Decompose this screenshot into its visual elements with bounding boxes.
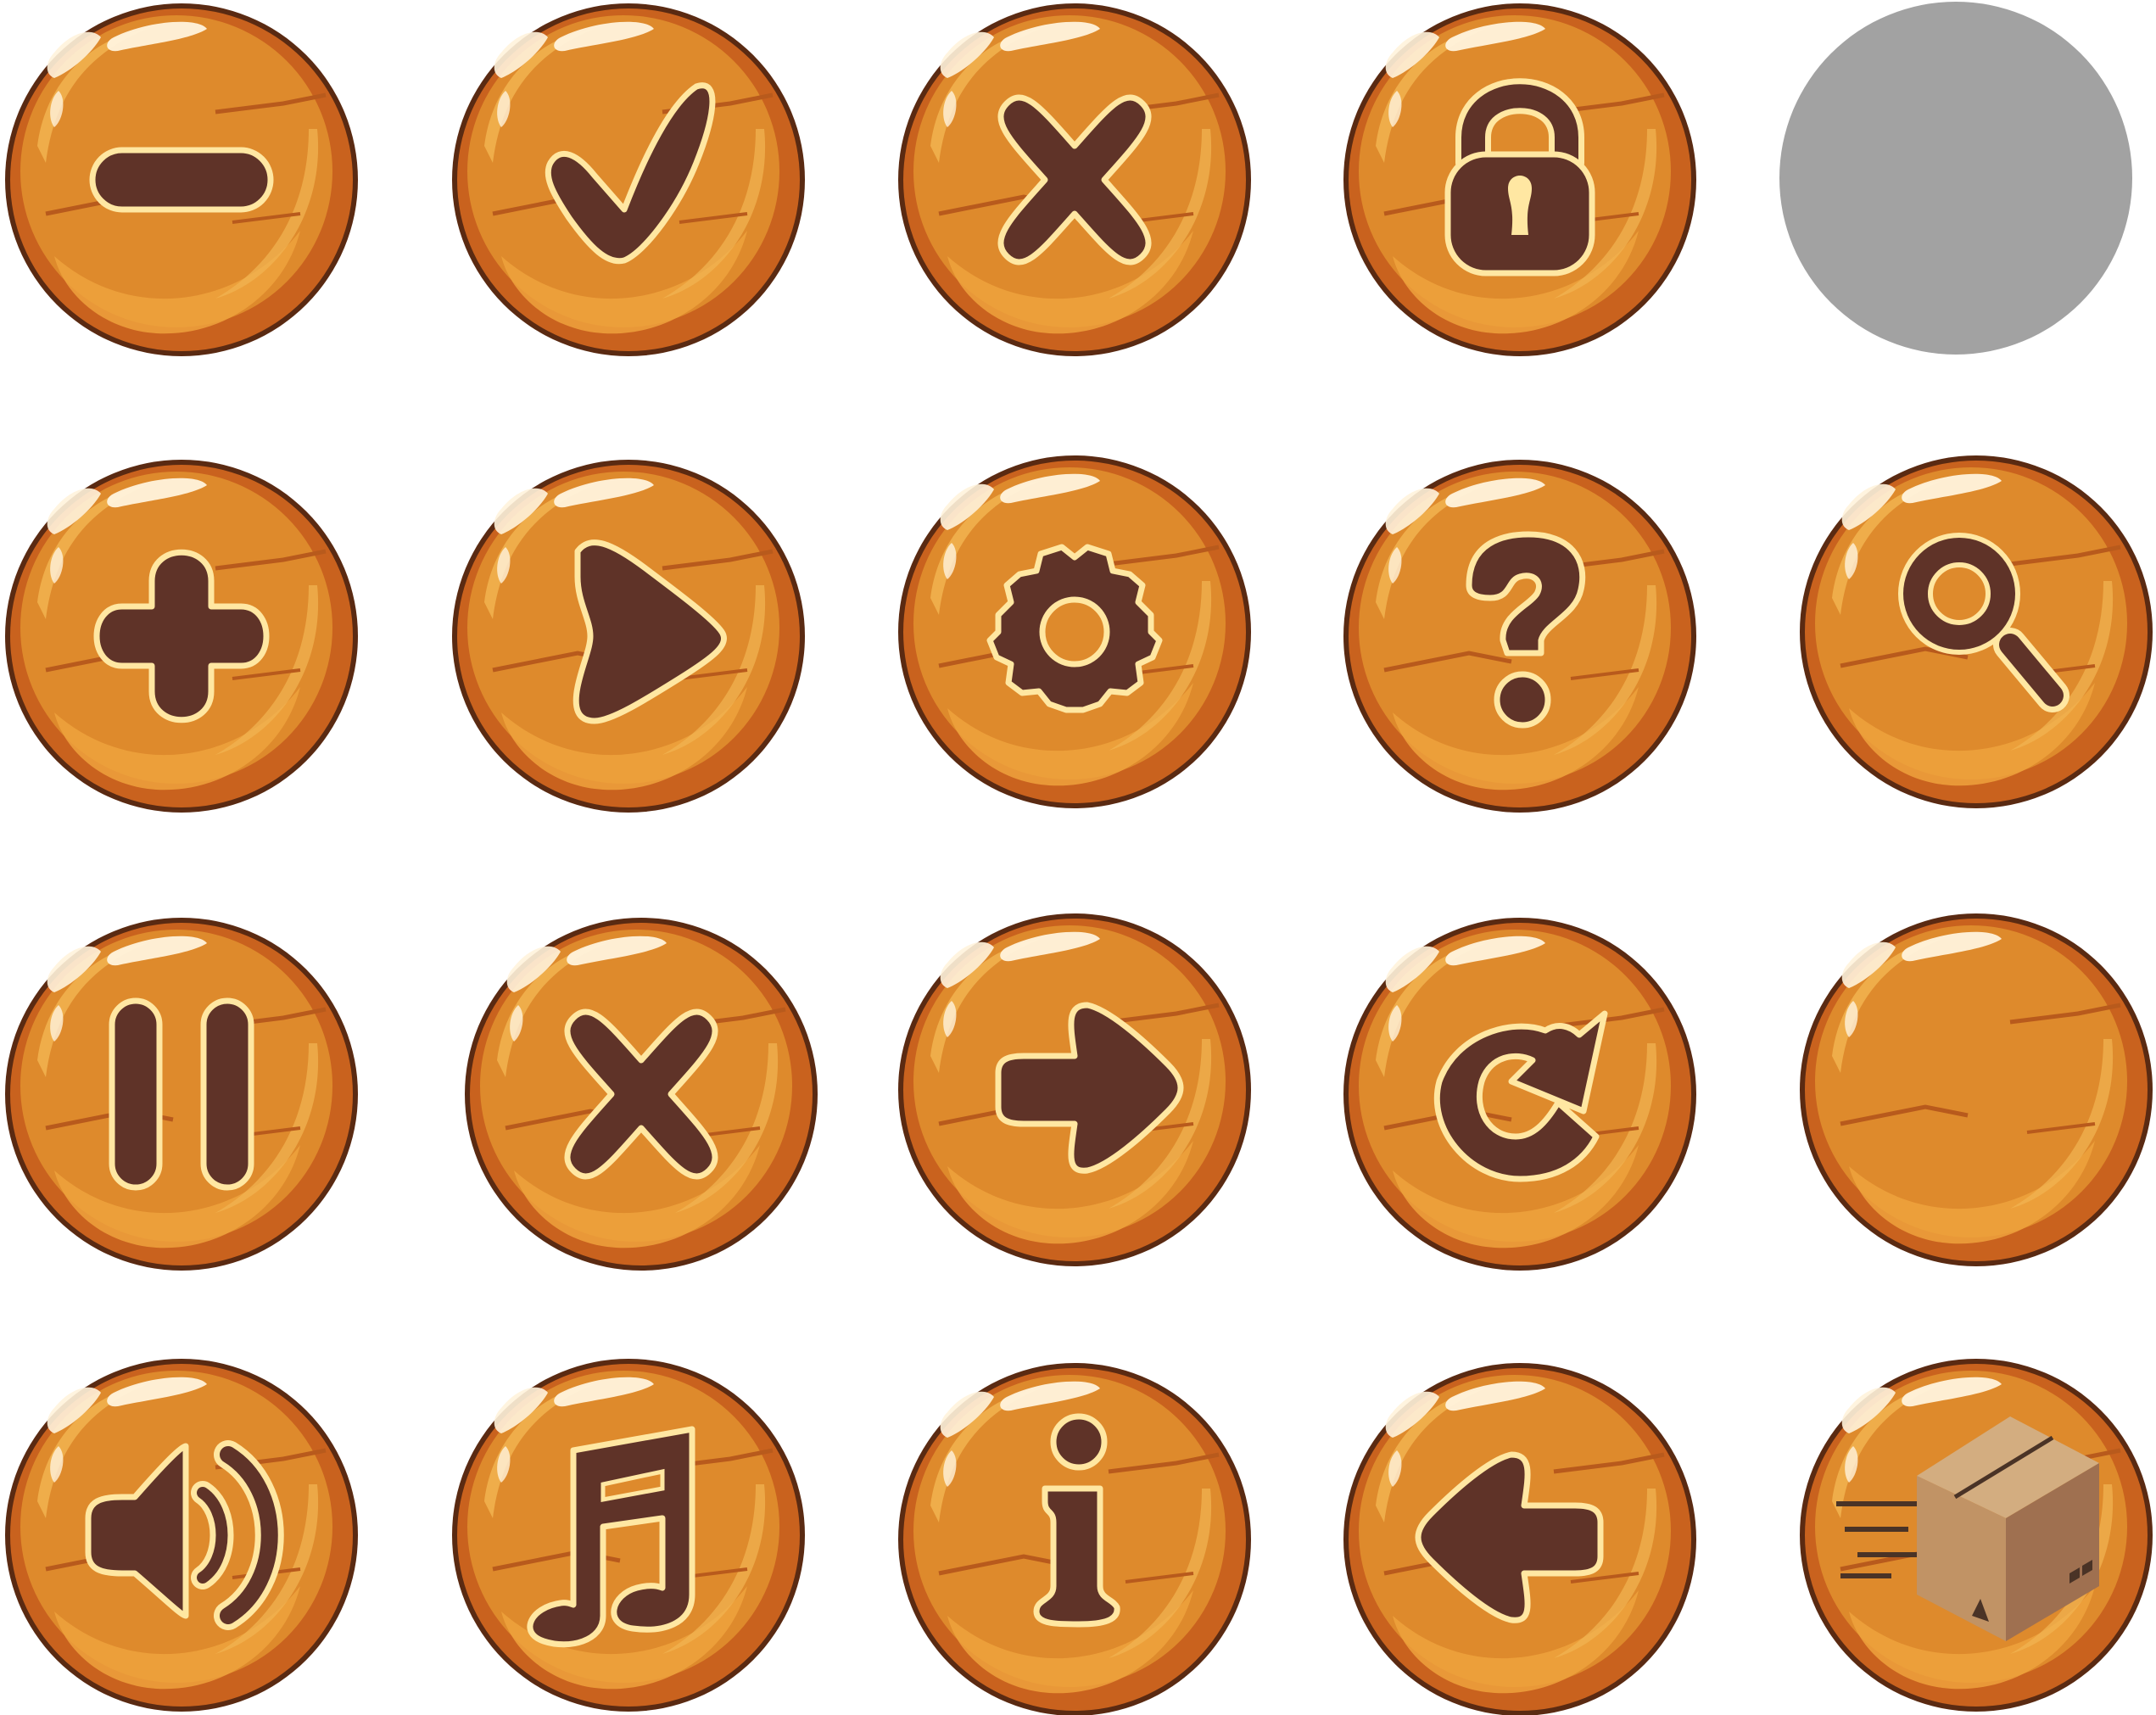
back-arrow-button[interactable] <box>1343 1363 1696 1715</box>
plus-button[interactable] <box>5 460 358 813</box>
help-button[interactable] <box>1343 460 1696 813</box>
restart-button[interactable] <box>1343 918 1696 1271</box>
info-button[interactable] <box>898 1363 1251 1715</box>
cancel-button[interactable] <box>465 918 818 1271</box>
pause-button[interactable] <box>5 918 358 1271</box>
sound-button[interactable] <box>5 1359 358 1712</box>
music-button[interactable] <box>452 1359 805 1712</box>
close-button[interactable] <box>898 3 1251 356</box>
blank-button[interactable] <box>1800 913 2153 1266</box>
game-button-sheet <box>0 0 2156 1715</box>
minus-icon <box>89 147 274 213</box>
play-button[interactable] <box>452 460 805 813</box>
gray-placeholder-circle <box>1779 2 2132 355</box>
minus-button[interactable] <box>5 3 358 356</box>
next-arrow-button[interactable] <box>898 913 1251 1266</box>
delivery-box-button[interactable] <box>1800 1359 2153 1712</box>
search-button[interactable] <box>1800 455 2153 808</box>
empty-slot-placeholder <box>1779 2 2132 355</box>
settings-button[interactable] <box>898 455 1251 808</box>
check-button[interactable] <box>452 3 805 356</box>
lock-button[interactable] <box>1343 3 1696 356</box>
